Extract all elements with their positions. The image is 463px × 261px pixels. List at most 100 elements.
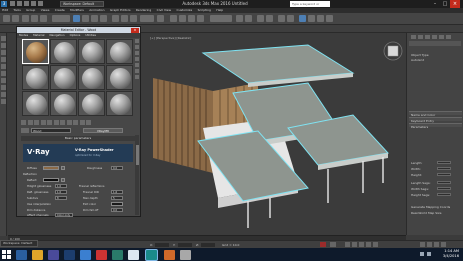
reflect-map-button[interactable]	[61, 177, 65, 182]
section-header[interactable]: Parameters	[409, 123, 462, 129]
sample-slot[interactable]	[50, 91, 77, 116]
mat-menu-item[interactable]: Utilities	[83, 33, 98, 38]
app-taskbar-icon[interactable]	[96, 249, 107, 260]
mat-menu-item[interactable]: Modes	[17, 33, 30, 38]
show-in-viewport-icon[interactable]	[66, 120, 72, 125]
material-name-field[interactable]: Wood	[31, 128, 71, 133]
subdivs-spinner[interactable]: 8	[55, 195, 67, 200]
hilight-glossiness-spinner[interactable]: 1.0	[55, 183, 67, 188]
sample-slot[interactable]	[78, 39, 105, 64]
play-icon[interactable]	[359, 242, 364, 247]
preview-icon[interactable]	[135, 69, 139, 73]
redo-icon[interactable]	[12, 15, 19, 22]
workspace-switcher[interactable]: Workspace: Default	[0, 240, 38, 247]
percent-snap-icon[interactable]	[188, 15, 195, 22]
undo-icon[interactable]	[3, 15, 10, 22]
sample-slot[interactable]	[50, 39, 77, 64]
taskbar-clock[interactable]: 1:14 AM 3/4/2016	[443, 249, 459, 259]
sample-slot[interactable]	[22, 91, 49, 116]
volume-icon[interactable]	[427, 252, 431, 256]
app-taskbar-icon[interactable]	[180, 249, 191, 260]
minimize-button[interactable]: –	[430, 0, 440, 8]
material-editor-icon[interactable]	[299, 15, 306, 22]
affect-channels-dropdown[interactable]: Color only	[55, 212, 73, 217]
background-icon[interactable]	[135, 51, 139, 55]
utilities-tab-icon[interactable]	[446, 35, 451, 39]
length-segs-spinner[interactable]	[437, 180, 451, 184]
material-type-button[interactable]: VRayMtl	[83, 128, 123, 133]
section-header[interactable]: Name and Color	[409, 111, 462, 117]
new-icon[interactable]	[10, 1, 15, 6]
save-icon[interactable]	[24, 1, 29, 6]
tool-icon[interactable]	[1, 78, 6, 83]
tool-icon[interactable]	[1, 64, 6, 69]
fresnel-checkbox[interactable]: Fresnel reflections	[79, 184, 104, 188]
ie-taskbar-icon[interactable]	[16, 249, 27, 260]
layer-explorer-icon[interactable]	[257, 15, 264, 22]
width-segs-spinner[interactable]	[437, 186, 451, 190]
refl-glossiness-spinner[interactable]: 1.0	[55, 189, 67, 194]
sample-type-icon[interactable]	[135, 39, 139, 43]
select-object-icon[interactable]	[73, 15, 80, 22]
roughness-spinner[interactable]: 0.0	[111, 165, 123, 170]
tool-icon[interactable]	[1, 99, 6, 104]
generate-mapping-checkbox[interactable]: Generate Mapping Coords	[411, 205, 450, 209]
display-tab-icon[interactable]	[439, 35, 444, 39]
auto-key-button[interactable]	[320, 242, 326, 247]
make-unique-icon[interactable]	[47, 120, 52, 125]
schematic-view-icon[interactable]	[287, 15, 294, 22]
link-icon[interactable]	[22, 15, 29, 22]
sample-slot[interactable]	[22, 39, 49, 64]
undo-icon[interactable]	[31, 1, 36, 6]
create-tab-icon[interactable]	[411, 35, 416, 39]
options-icon[interactable]	[135, 75, 139, 79]
chrome-taskbar-icon[interactable]	[128, 249, 139, 260]
y-coord-field[interactable]	[178, 242, 192, 247]
selection-filter-dropdown[interactable]	[52, 15, 70, 22]
sample-slot[interactable]	[22, 65, 49, 90]
spinner-snap-icon[interactable]	[197, 15, 204, 22]
material-id-icon[interactable]	[60, 120, 65, 125]
material-editor-scrollbar[interactable]	[135, 135, 139, 215]
go-forward-icon[interactable]	[86, 120, 91, 125]
maximize-viewport-icon[interactable]	[441, 242, 446, 247]
sample-slot[interactable]	[106, 65, 133, 90]
put-to-scene-icon[interactable]	[27, 120, 33, 125]
app-taskbar-icon[interactable]	[80, 249, 91, 260]
render-frame-icon[interactable]	[317, 15, 324, 22]
height-spinner[interactable]	[437, 172, 451, 176]
max-depth-spinner[interactable]: 5	[111, 195, 123, 200]
app-taskbar-icon[interactable]	[164, 249, 175, 260]
backlight-icon[interactable]	[135, 45, 139, 49]
angle-snap-icon[interactable]	[179, 15, 186, 22]
motion-tab-icon[interactable]	[432, 35, 437, 39]
mirror-icon[interactable]	[236, 15, 243, 22]
graphite-toggle-icon[interactable]	[266, 15, 273, 22]
windows-start-icon[interactable]	[2, 250, 11, 259]
x-coord-field[interactable]	[155, 242, 169, 247]
snap-icon[interactable]	[170, 15, 177, 22]
tool-icon[interactable]	[1, 92, 6, 97]
get-material-icon[interactable]	[21, 120, 26, 125]
go-to-start-icon[interactable]	[345, 242, 350, 247]
maximize-button[interactable]: □	[440, 0, 450, 8]
pick-material-icon[interactable]	[21, 128, 29, 133]
go-to-parent-icon[interactable]	[79, 120, 85, 125]
go-to-end-icon[interactable]	[373, 242, 378, 247]
width-spinner[interactable]	[437, 166, 451, 170]
tool-icon[interactable]	[1, 57, 6, 62]
render-icon[interactable]	[326, 15, 333, 22]
show-end-result-icon[interactable]	[73, 120, 78, 125]
pivot-icon[interactable]	[157, 15, 164, 22]
sample-slot[interactable]	[50, 65, 77, 90]
material-editor-close-button[interactable]: ×	[131, 27, 139, 33]
viewport-label[interactable]: [+] [Perspective] [Realistic]	[150, 36, 191, 40]
reset-map-icon[interactable]	[40, 120, 46, 125]
tool-icon[interactable]	[1, 50, 6, 55]
tool-icon[interactable]	[1, 36, 6, 41]
max-app-icon[interactable]: 3	[1, 1, 7, 7]
basic-parameters-rollout[interactable]: Basic parameters	[21, 136, 135, 141]
explorer-taskbar-icon[interactable]	[32, 249, 43, 260]
app-taskbar-icon[interactable]	[112, 249, 123, 260]
redo-icon[interactable]	[38, 1, 43, 6]
